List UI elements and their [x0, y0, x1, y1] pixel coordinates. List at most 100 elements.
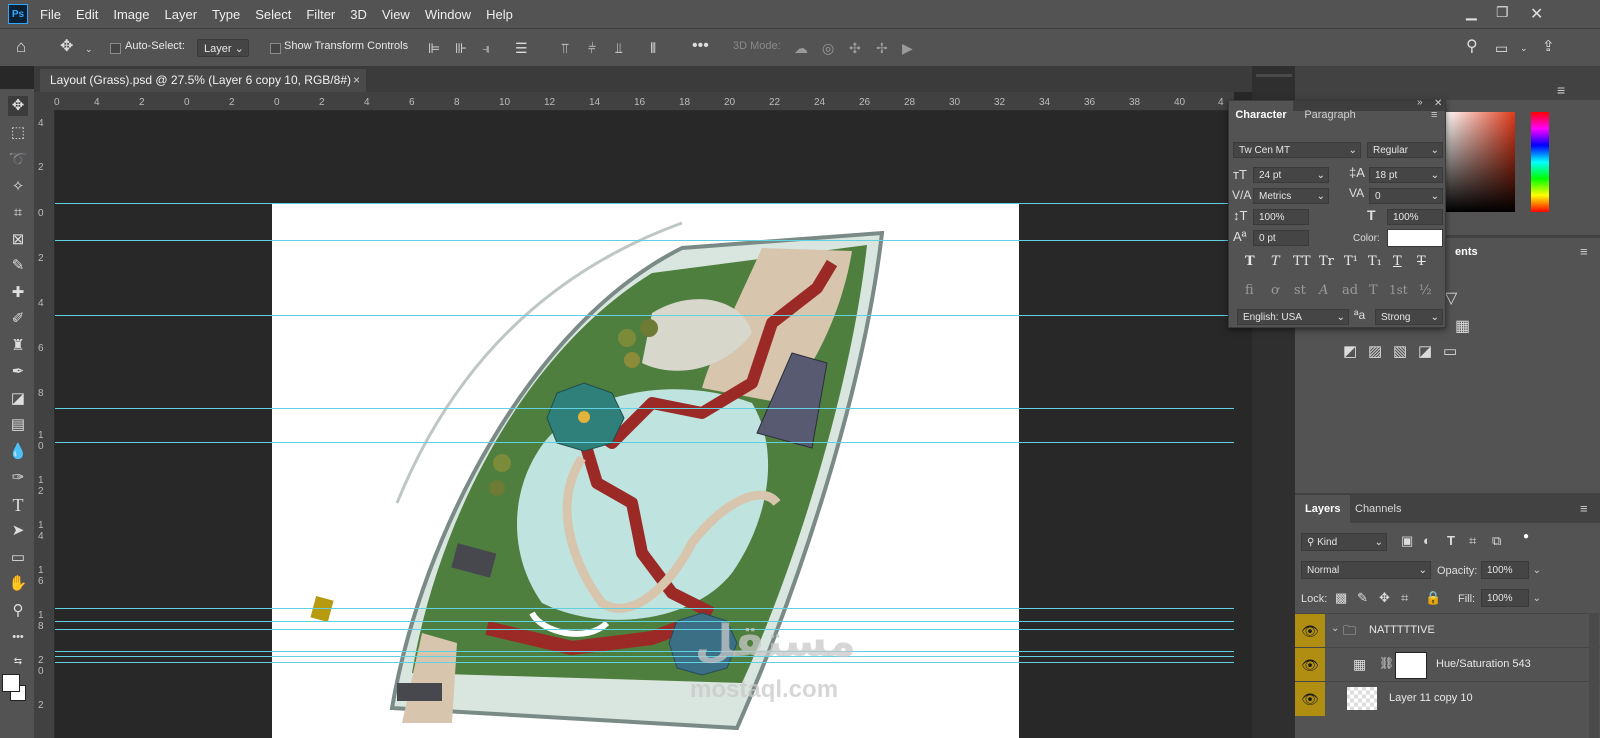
- guide-line[interactable]: [55, 315, 1234, 316]
- history-brush-icon[interactable]: ✒: [8, 362, 28, 382]
- guide-line[interactable]: [55, 656, 1234, 657]
- fractions-icon[interactable]: ½: [1419, 283, 1432, 298]
- font-family-select[interactable]: Tw Cen MT ⌄: [1233, 142, 1361, 158]
- color-field[interactable]: [1445, 112, 1515, 212]
- layer-filter-select[interactable]: ⚲ Kind ⌄: [1301, 533, 1387, 551]
- align-top-icon[interactable]: ⫪: [561, 40, 569, 56]
- auto-select-dropdown[interactable]: Layer ⌄: [197, 39, 249, 57]
- menu-view[interactable]: View: [382, 7, 410, 22]
- collapse-icon[interactable]: »: [1417, 97, 1423, 108]
- titling-alternates-icon[interactable]: T: [1369, 283, 1378, 298]
- gradient-icon[interactable]: ▤: [8, 415, 28, 435]
- move-tool-icon[interactable]: ✥: [60, 39, 73, 55]
- close-panel-icon[interactable]: ✕: [1434, 98, 1442, 109]
- panel-menu-icon[interactable]: ≡: [1431, 109, 1437, 121]
- foreground-color-swatch[interactable]: [2, 674, 20, 692]
- transform-controls-checkbox[interactable]: [270, 43, 281, 54]
- layer-mask-thumbnail[interactable]: [1395, 652, 1427, 679]
- threshold-icon[interactable]: ▧: [1393, 342, 1407, 360]
- clone-stamp-icon[interactable]: ♜: [8, 336, 28, 356]
- lock-artboard-icon[interactable]: ⌗: [1401, 590, 1408, 606]
- font-size-field[interactable]: 24 pt ⌄: [1253, 167, 1329, 183]
- 3d-slide-icon[interactable]: ✢: [876, 40, 888, 56]
- hue-slider[interactable]: [1531, 112, 1549, 212]
- layers-scrollbar[interactable]: [1589, 613, 1599, 738]
- layer-row[interactable]: 👁 ⌄ 🗀 NATTTTTIVE: [1295, 613, 1600, 648]
- guide-line[interactable]: [55, 662, 1234, 663]
- distribute-icon[interactable]: ☰: [515, 40, 528, 56]
- menu-image[interactable]: Image: [113, 7, 149, 22]
- guide-line[interactable]: [55, 442, 1234, 443]
- stylistic-alternates-icon[interactable]: ad: [1342, 283, 1358, 298]
- strikethrough-icon[interactable]: T: [1417, 254, 1426, 269]
- all-caps-icon[interactable]: TT: [1293, 254, 1311, 269]
- lock-all-icon[interactable]: 🔒: [1425, 590, 1441, 606]
- menu-edit[interactable]: Edit: [76, 7, 98, 22]
- 3d-camera-icon[interactable]: ▶: [902, 40, 913, 56]
- marquee-icon[interactable]: ⬚: [8, 123, 28, 143]
- old-style-icon[interactable]: ơ: [1271, 283, 1279, 298]
- ligatures-icon[interactable]: fi: [1245, 283, 1254, 298]
- filter-adjustment-icon[interactable]: ◐: [1423, 533, 1431, 548]
- superscript-icon[interactable]: T¹: [1344, 254, 1358, 269]
- align-middle-icon[interactable]: ⫩: [588, 40, 596, 56]
- faux-bold-icon[interactable]: T: [1245, 254, 1255, 269]
- panel-menu-icon[interactable]: ≡: [1580, 501, 1588, 516]
- canvas-pasteboard[interactable]: مستقل mostaql.com: [55, 111, 1234, 738]
- menu-window[interactable]: Window: [425, 7, 471, 22]
- menu-help[interactable]: Help: [486, 7, 513, 22]
- panel-menu-icon[interactable]: ≡: [1580, 244, 1588, 259]
- chevron-down-icon[interactable]: ⌄: [85, 41, 93, 57]
- swash-icon[interactable]: A: [1319, 283, 1328, 298]
- underline-icon[interactable]: T: [1393, 254, 1402, 269]
- magic-wand-icon[interactable]: ✧: [8, 177, 28, 197]
- close-window-icon[interactable]: ✕: [1530, 4, 1543, 24]
- subscript-icon[interactable]: T₁: [1368, 254, 1382, 269]
- baseline-shift-field[interactable]: 0 pt: [1253, 230, 1309, 246]
- fill-field[interactable]: 100% ⌄: [1481, 589, 1541, 607]
- kerning-field[interactable]: Metrics ⌄: [1253, 188, 1329, 204]
- search-icon[interactable]: ⚲: [1466, 39, 1478, 55]
- auto-select-checkbox[interactable]: [110, 43, 121, 54]
- lock-image-icon[interactable]: ✎: [1357, 590, 1368, 606]
- menu-select[interactable]: Select: [255, 7, 291, 22]
- minimize-icon[interactable]: ▁: [1466, 4, 1477, 21]
- share-icon[interactable]: ⇪: [1542, 39, 1555, 55]
- vertical-scale-field[interactable]: 100%: [1253, 209, 1309, 225]
- guide-line[interactable]: [55, 651, 1234, 652]
- chevron-down-icon[interactable]: ⌄: [1331, 623, 1339, 634]
- document-tab[interactable]: Layout (Grass).psd @ 27.5% (Layer 6 copy…: [40, 69, 366, 92]
- 3d-orbit-icon[interactable]: ☁: [794, 40, 808, 56]
- text-color-swatch[interactable]: [1387, 229, 1443, 247]
- guide-line[interactable]: [55, 240, 1234, 241]
- guide-line[interactable]: [55, 608, 1234, 609]
- tab-layers[interactable]: Layers: [1295, 495, 1351, 523]
- tracking-field[interactable]: 0 ⌄: [1369, 188, 1443, 204]
- filter-type-icon[interactable]: T: [1447, 533, 1455, 548]
- filter-shape-icon[interactable]: ⌗: [1469, 533, 1476, 549]
- crop-icon[interactable]: ⌗: [8, 203, 28, 223]
- menu-type[interactable]: Type: [212, 7, 240, 22]
- guide-line[interactable]: [55, 408, 1234, 409]
- align-right-icon[interactable]: ⫣: [482, 40, 490, 56]
- ordinals-icon[interactable]: 1st: [1389, 283, 1408, 297]
- frame-icon[interactable]: ⊠: [8, 230, 28, 250]
- path-selection-icon[interactable]: ➤: [8, 521, 28, 541]
- guide-line[interactable]: [55, 203, 1234, 204]
- font-style-select[interactable]: Regular ⌄: [1367, 142, 1443, 158]
- layer-row[interactable]: 👁 ▦ ⛓ Hue/Saturation 543: [1295, 647, 1600, 682]
- language-select[interactable]: English: USA ⌄: [1237, 309, 1349, 325]
- filter-smart-object-icon[interactable]: ⧉: [1492, 533, 1501, 549]
- panel-menu-icon[interactable]: ≡: [1557, 82, 1565, 98]
- opacity-field[interactable]: 100% ⌄: [1481, 561, 1541, 579]
- more-tools-icon[interactable]: •••: [8, 627, 28, 647]
- visibility-eye-icon[interactable]: 👁: [1295, 614, 1325, 648]
- guide-line[interactable]: [55, 629, 1234, 630]
- invert-icon[interactable]: ◩: [1343, 342, 1357, 360]
- filter-pixel-icon[interactable]: ▣: [1401, 533, 1413, 549]
- lock-transparent-icon[interactable]: ▩: [1335, 590, 1347, 606]
- align-center-icon[interactable]: ⊪: [455, 40, 467, 56]
- layer-thumbnail[interactable]: [1347, 687, 1377, 710]
- blend-mode-select[interactable]: Normal ⌄: [1301, 561, 1431, 579]
- menu-file[interactable]: File: [40, 7, 61, 22]
